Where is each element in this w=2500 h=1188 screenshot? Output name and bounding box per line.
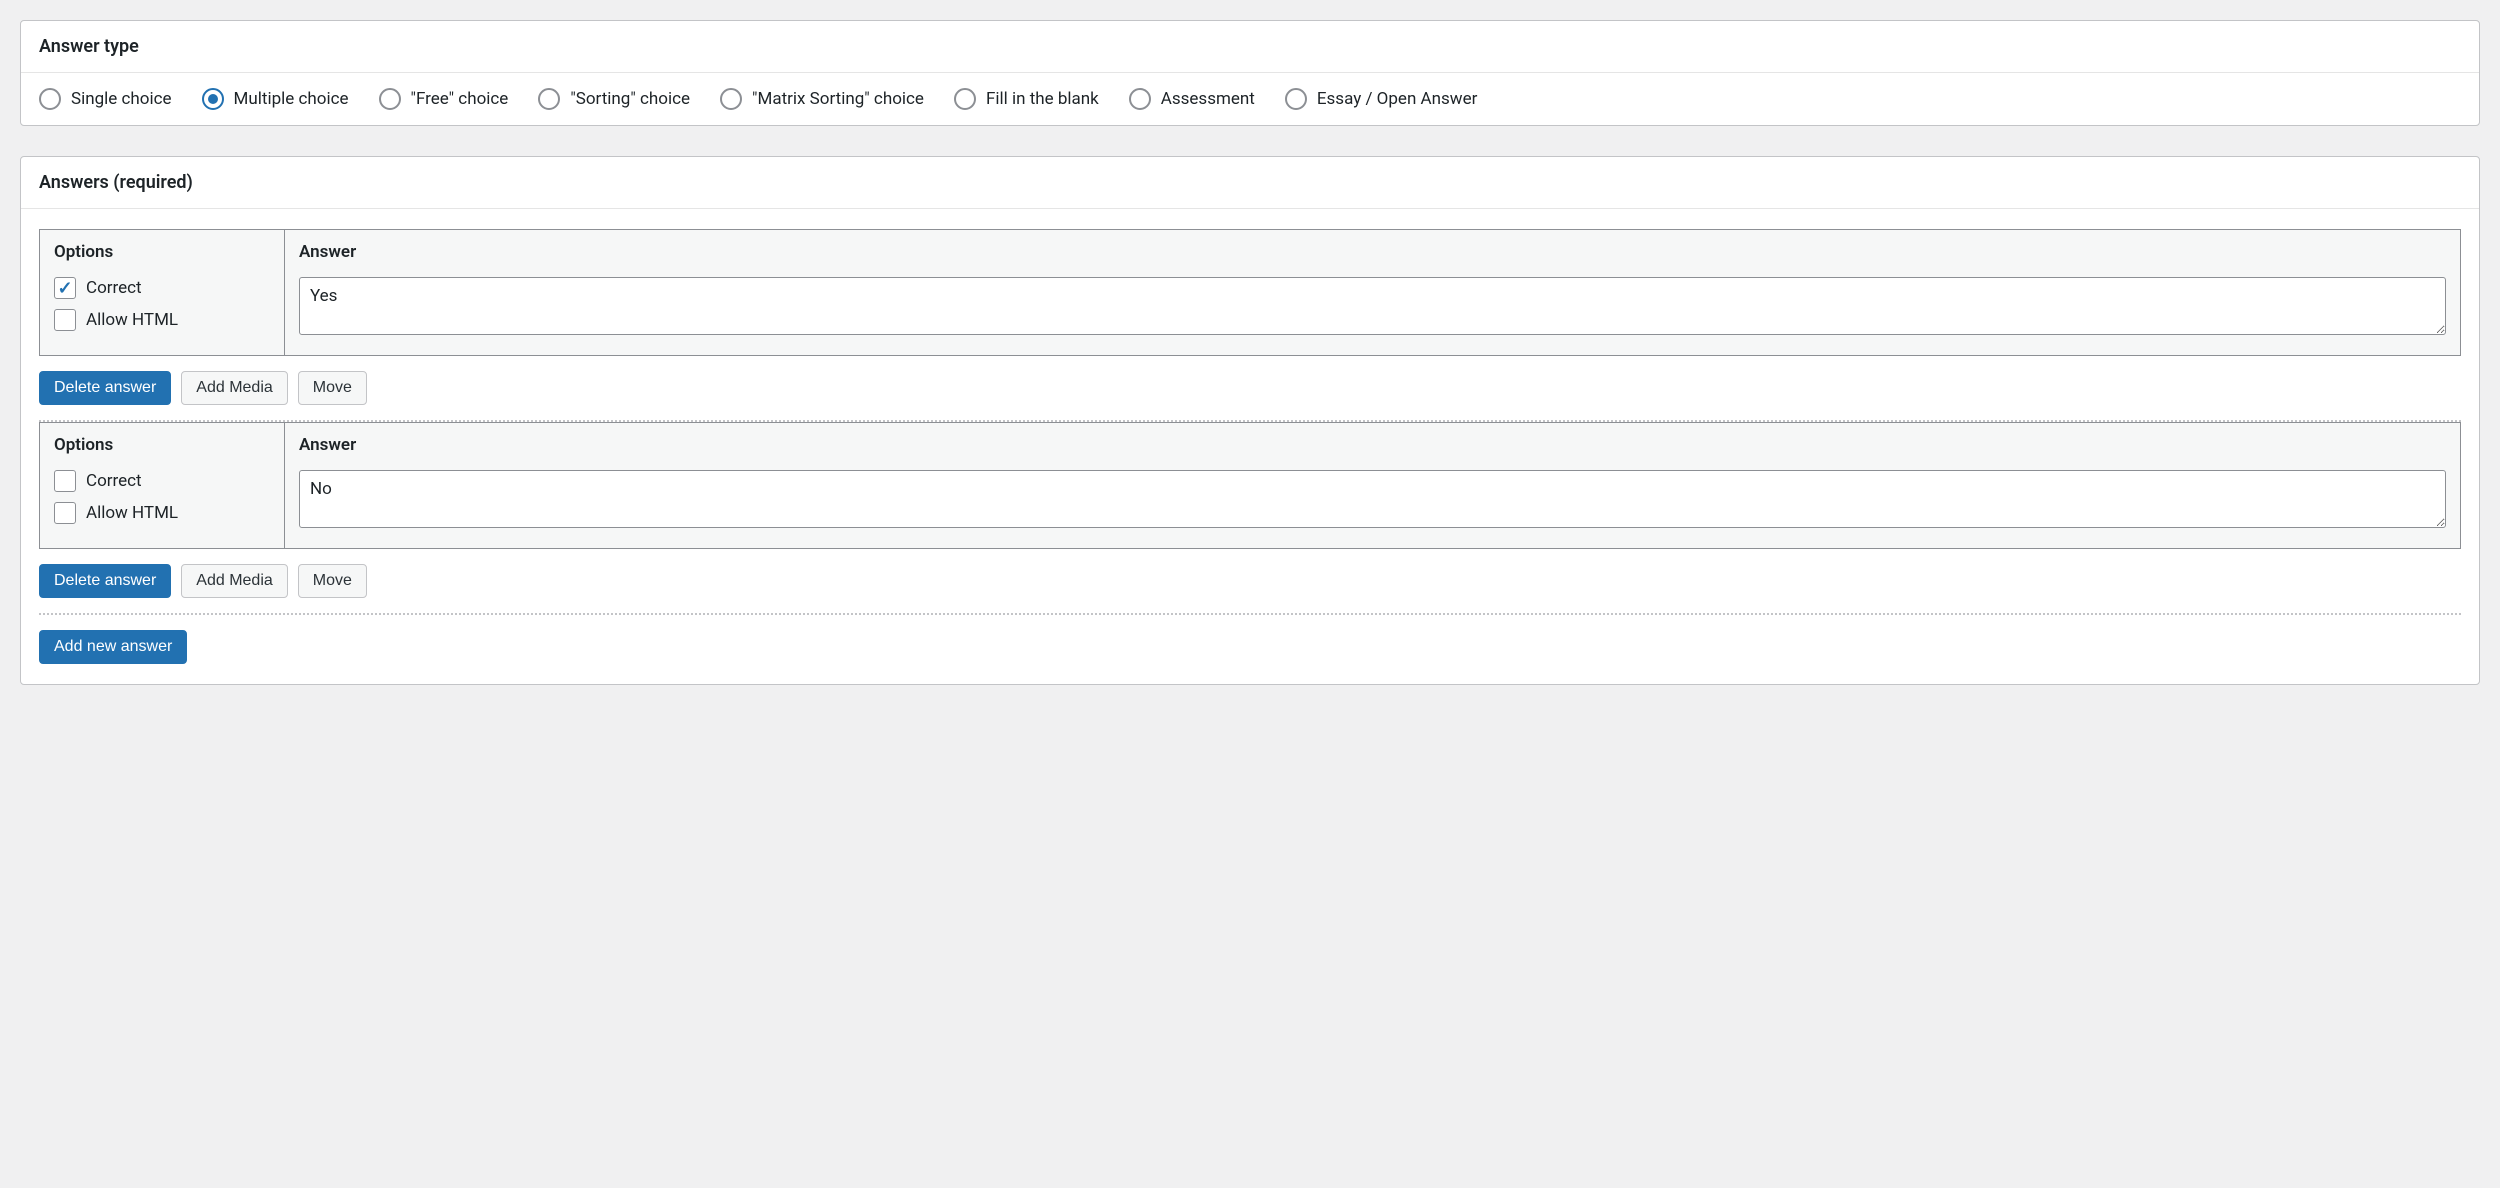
answer-textarea[interactable]: Yes	[299, 277, 2446, 335]
add-new-answer-button[interactable]: Add new answer	[39, 630, 187, 664]
answer-header: Answer	[299, 435, 2446, 455]
answer-type-option-label: Single choice	[71, 89, 172, 109]
answer-type-option-label: Fill in the blank	[986, 89, 1099, 109]
checkbox-icon	[54, 470, 76, 492]
answer-block: Options Correct Allow HTML Answer No	[39, 422, 2461, 549]
radio-icon	[538, 88, 560, 110]
delete-answer-button[interactable]: Delete answer	[39, 564, 171, 598]
answer-type-option[interactable]: Assessment	[1129, 88, 1255, 110]
answers-body: Options Correct Allow HTML Answer Yes Delete …	[21, 209, 2479, 684]
allow-html-label: Allow HTML	[86, 310, 178, 330]
answer-type-option[interactable]: Multiple choice	[202, 88, 349, 110]
checkbox-icon	[54, 309, 76, 331]
answer-actions: Delete answer Add Media Move	[39, 356, 2461, 420]
answer-type-option-label: Multiple choice	[234, 89, 349, 109]
answer-type-panel: Answer type Single choice Multiple choice…	[20, 20, 2480, 126]
answer-type-option-label: Essay / Open Answer	[1317, 89, 1478, 109]
answer-options-column: Options Correct Allow HTML	[40, 423, 285, 548]
answer-type-option[interactable]: Essay / Open Answer	[1285, 88, 1478, 110]
allow-html-checkbox[interactable]: Allow HTML	[54, 309, 270, 331]
answer-type-option-label: "Matrix Sorting" choice	[752, 89, 924, 109]
radio-icon	[202, 88, 224, 110]
options-header: Options	[54, 435, 270, 455]
correct-label: Correct	[86, 278, 142, 298]
answer-type-option[interactable]: "Free" choice	[379, 88, 509, 110]
answer-type-option[interactable]: Fill in the blank	[954, 88, 1099, 110]
radio-icon	[39, 88, 61, 110]
add-new-row: Add new answer	[39, 630, 2461, 664]
answer-type-option[interactable]: "Matrix Sorting" choice	[720, 88, 924, 110]
correct-label: Correct	[86, 471, 142, 491]
add-media-button[interactable]: Add Media	[181, 564, 288, 598]
allow-html-label: Allow HTML	[86, 503, 178, 523]
answer-type-option-label: "Free" choice	[411, 89, 509, 109]
move-button[interactable]: Move	[298, 371, 367, 405]
checkbox-icon	[54, 277, 76, 299]
delete-answer-button[interactable]: Delete answer	[39, 371, 171, 405]
correct-checkbox[interactable]: Correct	[54, 277, 270, 299]
options-header: Options	[54, 242, 270, 262]
add-media-button[interactable]: Add Media	[181, 371, 288, 405]
radio-icon	[720, 88, 742, 110]
checkbox-icon	[54, 502, 76, 524]
answers-panel: Answers (required) Options Correct Allow H…	[20, 156, 2480, 685]
radio-icon	[379, 88, 401, 110]
answer-type-option[interactable]: "Sorting" choice	[538, 88, 690, 110]
allow-html-checkbox[interactable]: Allow HTML	[54, 502, 270, 524]
answer-divider	[39, 613, 2461, 615]
move-button[interactable]: Move	[298, 564, 367, 598]
answer-type-title: Answer type	[21, 21, 2479, 73]
answer-textarea[interactable]: No	[299, 470, 2446, 528]
answer-type-body: Single choice Multiple choice "Free" choic…	[21, 73, 2479, 125]
answer-type-option-label: Assessment	[1161, 89, 1255, 109]
radio-icon	[1285, 88, 1307, 110]
radio-icon	[1129, 88, 1151, 110]
answer-actions: Delete answer Add Media Move	[39, 549, 2461, 613]
answer-block: Options Correct Allow HTML Answer Yes	[39, 229, 2461, 356]
answer-column: Answer Yes	[285, 230, 2460, 355]
answer-options-column: Options Correct Allow HTML	[40, 230, 285, 355]
answer-type-radio-row: Single choice Multiple choice "Free" choic…	[39, 88, 2461, 110]
radio-icon	[954, 88, 976, 110]
correct-checkbox[interactable]: Correct	[54, 470, 270, 492]
answer-header: Answer	[299, 242, 2446, 262]
answer-type-option-label: "Sorting" choice	[570, 89, 690, 109]
answer-column: Answer No	[285, 423, 2460, 548]
answer-type-option[interactable]: Single choice	[39, 88, 172, 110]
answers-title: Answers (required)	[21, 157, 2479, 209]
